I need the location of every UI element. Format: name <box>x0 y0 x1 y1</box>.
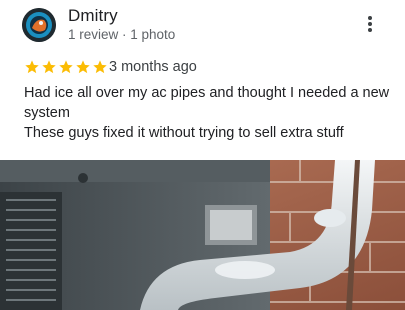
star-icon <box>76 60 90 74</box>
review-text-line: These guys fixed it without trying to se… <box>24 125 344 141</box>
star-icon <box>59 60 73 74</box>
review-date: 3 months ago <box>109 59 197 75</box>
star-icon <box>25 60 39 74</box>
review-card: Dmitry 1 review · 1 photo 3 months ago H… <box>0 0 405 310</box>
more-options-icon[interactable] <box>358 14 382 38</box>
author-avatar[interactable] <box>22 8 56 42</box>
author-meta: 1 review · 1 photo <box>68 27 176 42</box>
star-icon <box>42 60 56 74</box>
review-text: Had ice all over my ac pipes and thought… <box>24 83 394 143</box>
review-photo[interactable] <box>0 160 405 310</box>
star-icon <box>93 60 107 74</box>
review-text-line: Had ice all over my ac pipes and thought… <box>24 85 390 121</box>
author-name[interactable]: Dmitry <box>68 6 118 26</box>
star-rating <box>24 59 108 75</box>
